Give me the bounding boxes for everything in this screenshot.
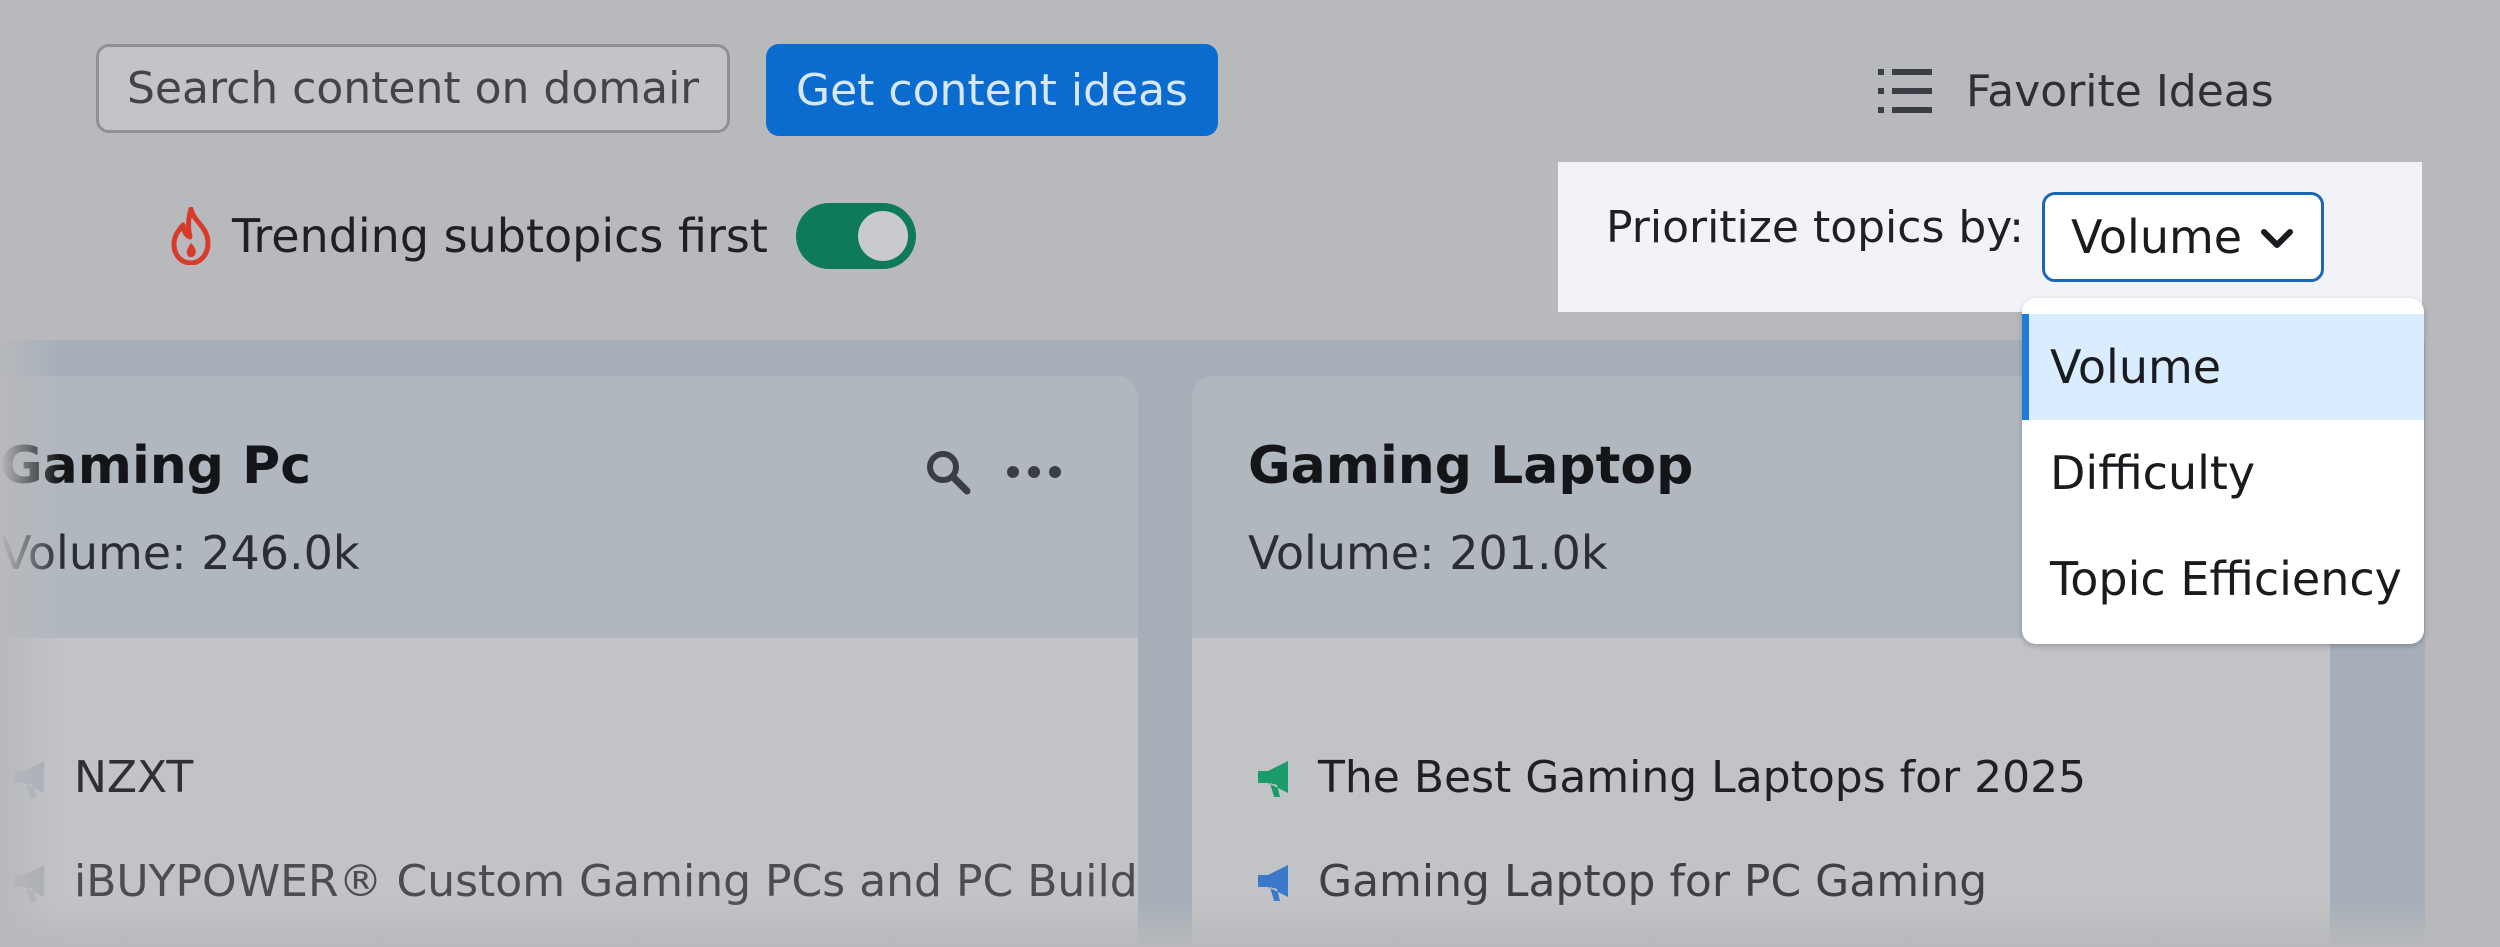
prioritize-panel: Prioritize topics by: Volume <box>1558 162 2422 312</box>
menu-item-volume[interactable]: Volume <box>2022 314 2424 420</box>
search-icon[interactable] <box>924 448 972 496</box>
chevron-down-icon <box>2261 229 2293 248</box>
list-icon <box>1878 69 1932 113</box>
prioritize-dropdown-menu: Volume Difficulty Topic Efficiency <box>2022 298 2424 644</box>
megaphone-icon <box>1258 864 1288 901</box>
more-options-icon[interactable] <box>1006 465 1062 479</box>
search-input[interactable] <box>96 44 730 133</box>
favorite-ideas-label: Favorite Ideas <box>1966 65 2274 117</box>
trending-toggle[interactable] <box>795 203 916 269</box>
flame-icon <box>171 207 211 265</box>
prioritize-select[interactable]: Volume <box>2042 192 2324 282</box>
list-item-label: The Best Gaming Laptops for 2025 <box>1318 752 2087 803</box>
favorite-ideas-button[interactable]: Favorite Ideas <box>1878 58 2274 124</box>
trending-subtopics-row: Trending subtopics first <box>168 200 916 272</box>
card-title[interactable]: Gaming Laptop <box>1248 436 1693 496</box>
megaphone-icon <box>1258 760 1288 797</box>
card-volume: Volume: 201.0k <box>1248 526 1608 580</box>
menu-item-topic-efficiency[interactable]: Topic Efficiency <box>2022 526 2424 632</box>
toggle-knob <box>857 211 908 261</box>
prioritize-label: Prioritize topics by: <box>1606 202 2024 253</box>
get-content-ideas-button[interactable]: Get content ideas <box>766 44 1218 136</box>
topic-card-gaming-pc[interactable]: Gaming Pc Volume: 246.0k NZXT iBUYPOWER®… <box>0 376 1138 947</box>
left-fade-overlay <box>0 340 60 947</box>
list-item-label: NZXT <box>74 752 194 803</box>
prioritize-selected-value: Volume <box>2071 210 2243 264</box>
card-tools <box>924 448 1062 496</box>
bottom-fade-overlay <box>0 900 2500 947</box>
list-item[interactable]: The Best Gaming Laptops for 2025 <box>1254 752 2086 803</box>
trending-label: Trending subtopics first <box>232 209 768 263</box>
card-header <box>0 376 1138 638</box>
menu-item-difficulty[interactable]: Difficulty <box>2022 420 2424 526</box>
